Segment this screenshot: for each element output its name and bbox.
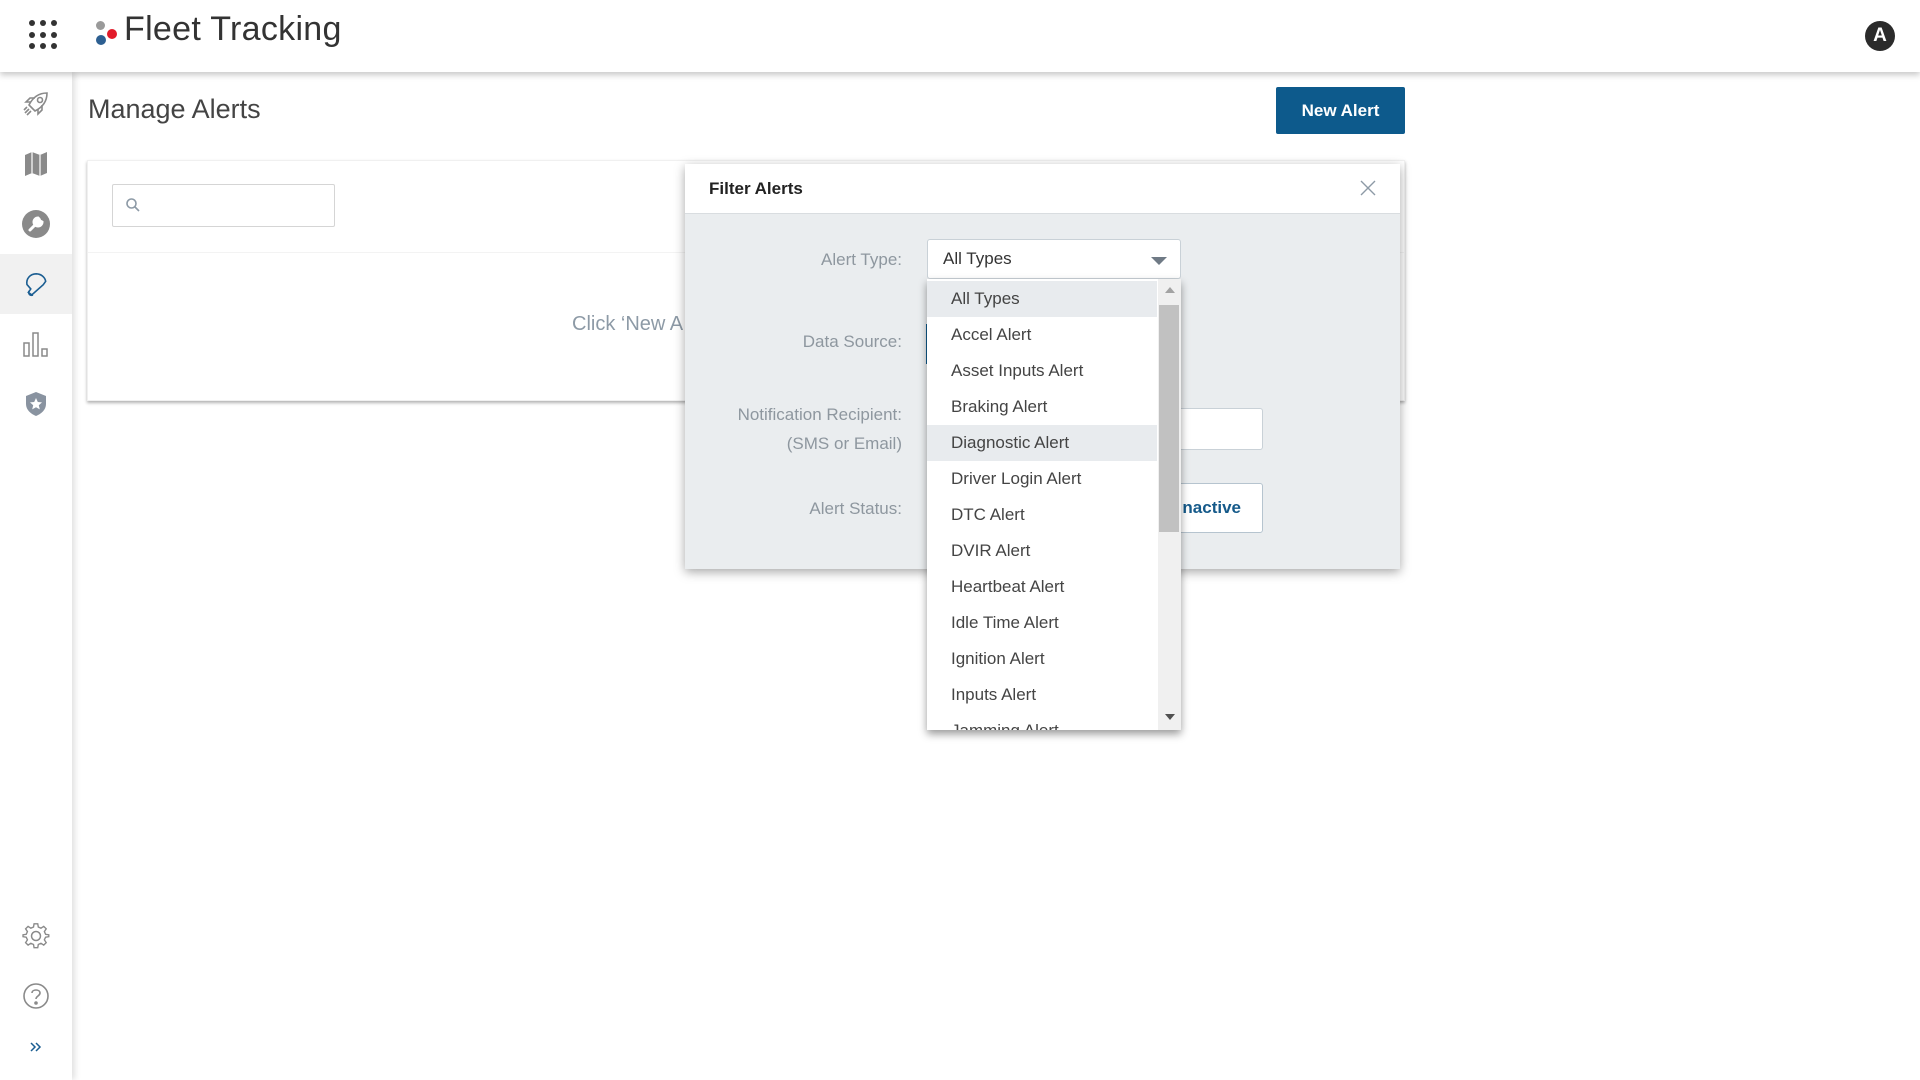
empty-state-text: Click ‘New A: [572, 313, 684, 335]
status-inactive-label: nactive: [1182, 498, 1241, 517]
sidebar-item-map[interactable]: [0, 134, 72, 194]
dropdown-option[interactable]: DVIR Alert: [927, 533, 1157, 569]
dropdown-option[interactable]: Asset Inputs Alert: [927, 353, 1157, 389]
dropdown-scrollbar[interactable]: [1158, 279, 1181, 730]
wrench-icon: [22, 210, 50, 238]
dropdown-option[interactable]: All Types: [927, 281, 1157, 317]
dropdown-option[interactable]: Braking Alert: [927, 389, 1157, 425]
app-title: Fleet Tracking: [124, 10, 342, 48]
top-bar: Fleet Tracking A: [0, 0, 1920, 72]
rocket-icon: [23, 92, 48, 116]
close-icon[interactable]: [1358, 178, 1378, 198]
search-input[interactable]: [149, 187, 329, 224]
bell-icon: [26, 273, 47, 297]
map-icon: [25, 152, 47, 176]
new-alert-button[interactable]: New Alert: [1276, 87, 1405, 134]
shield-star-icon: [26, 392, 46, 416]
dropdown-option[interactable]: Diagnostic Alert: [927, 425, 1157, 461]
alert-type-dropdown[interactable]: All Types Accel Alert Asset Inputs Alert Br…: [927, 279, 1181, 730]
search-field[interactable]: [112, 184, 335, 227]
dropdown-option[interactable]: Idle Time Alert: [927, 605, 1157, 641]
scroll-up-icon[interactable]: [1165, 287, 1175, 293]
brand-logo-icon: [93, 18, 121, 50]
search-icon: [126, 198, 140, 212]
alert-status-label: Alert Status:: [809, 499, 902, 518]
expand-chevron-icon: [30, 1042, 42, 1052]
data-source-label: Data Source:: [802, 332, 902, 351]
notification-hint-label: (SMS or Email): [786, 434, 902, 453]
dropdown-option[interactable]: Jamming Alert: [927, 713, 1157, 730]
dropdown-option[interactable]: Accel Alert: [927, 317, 1157, 353]
sidebar: [0, 72, 72, 1080]
dropdown-option[interactable]: DTC Alert: [927, 497, 1157, 533]
sidebar-item-maintenance[interactable]: [0, 194, 72, 254]
sidebar-item-alerts[interactable]: [0, 254, 72, 314]
scroll-down-icon[interactable]: [1165, 714, 1175, 720]
dropdown-option[interactable]: Ignition Alert: [927, 641, 1157, 677]
alert-type-options: All Types Accel Alert Asset Inputs Alert Br…: [927, 281, 1157, 730]
alert-type-label: Alert Type:: [821, 250, 902, 269]
page-title: Manage Alerts: [88, 94, 261, 124]
dropdown-option[interactable]: Heartbeat Alert: [927, 569, 1157, 605]
chevron-down-icon: [1151, 257, 1167, 265]
sidebar-item-reports[interactable]: [0, 314, 72, 374]
gear-icon: [22, 923, 50, 949]
sidebar-item-safety[interactable]: [0, 374, 72, 434]
app-launcher-icon[interactable]: [29, 20, 59, 50]
sidebar-item-help[interactable]: [0, 966, 72, 1026]
bar-chart-icon: [23, 332, 48, 357]
user-avatar[interactable]: A: [1865, 21, 1895, 51]
dropdown-option[interactable]: Driver Login Alert: [927, 461, 1157, 497]
modal-header: Filter Alerts: [685, 164, 1400, 214]
sidebar-item-expand[interactable]: [0, 1018, 72, 1078]
scroll-thumb[interactable]: [1159, 305, 1179, 532]
notification-recipient-label: Notification Recipient:: [737, 405, 902, 424]
sidebar-item-getting-started[interactable]: [0, 74, 72, 134]
sidebar-item-settings[interactable]: [0, 906, 72, 966]
alert-type-select[interactable]: All Types: [927, 239, 1181, 279]
help-icon: [23, 983, 49, 1009]
modal-title: Filter Alerts: [709, 179, 803, 198]
dropdown-option[interactable]: Inputs Alert: [927, 677, 1157, 713]
alert-type-value: All Types: [943, 249, 1012, 268]
